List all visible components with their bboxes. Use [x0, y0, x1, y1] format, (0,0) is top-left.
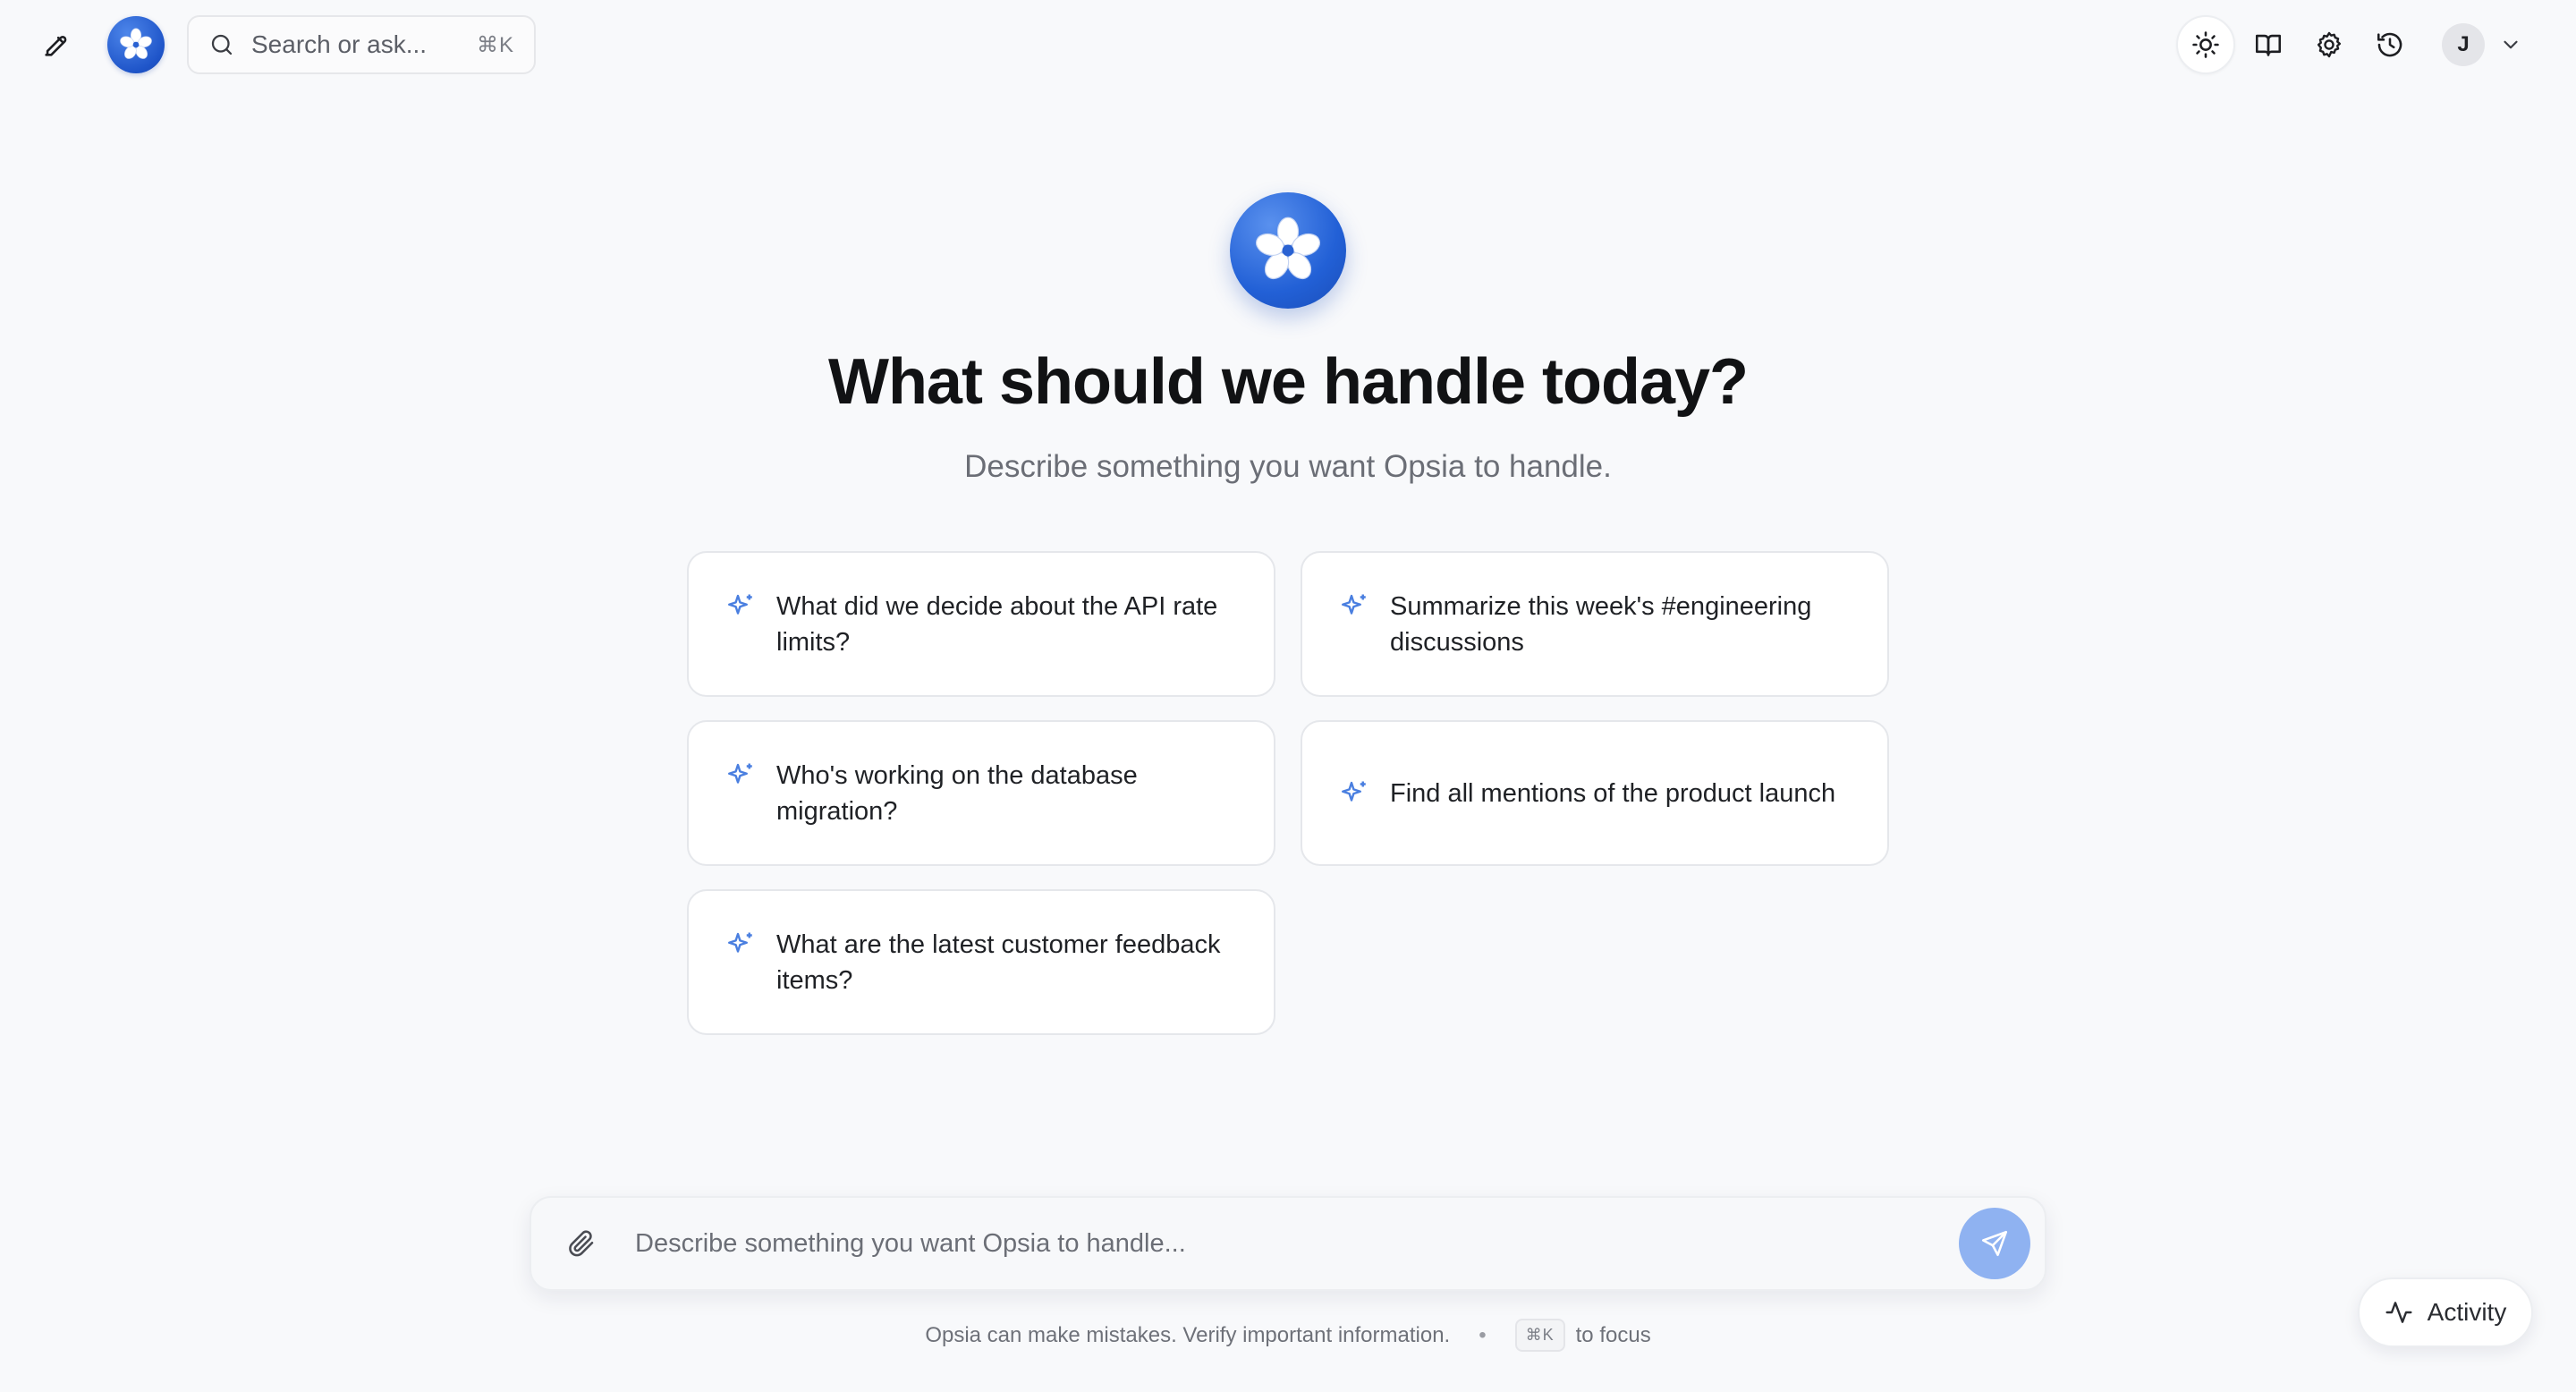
search-box[interactable]: Search or ask... ⌘K	[187, 15, 536, 74]
composer-input[interactable]	[635, 1228, 1959, 1259]
activity-icon	[2385, 1302, 2412, 1323]
logo-icon	[1256, 216, 1320, 280]
suggestion-text: What did we decide about the API rate li…	[776, 591, 1218, 657]
search-icon	[211, 34, 233, 55]
suggestion-text: Who's working on the database migration?	[776, 760, 1138, 826]
sparkle-icon	[1342, 781, 1366, 802]
sun-icon	[2192, 31, 2219, 58]
sparkle-icon	[728, 594, 752, 615]
new-chat-button[interactable]	[27, 15, 86, 74]
disclaimer-text: Opsia can make mistakes. Verify importan…	[925, 1322, 1451, 1347]
logo-icon	[120, 28, 152, 59]
send-button[interactable]	[1959, 1208, 2030, 1279]
activity-label: Activity	[2427, 1298, 2507, 1326]
focus-hint: to focus	[1575, 1322, 1651, 1347]
top-bar: Search or ask... ⌘K J	[0, 0, 2576, 89]
suggestion-card[interactable]: What are the latest customer feedback it…	[687, 889, 1275, 1035]
activity-button[interactable]: Activity	[2358, 1277, 2533, 1347]
avatar: J	[2442, 23, 2485, 66]
search-placeholder: Search or ask...	[251, 30, 428, 58]
sparkle-icon	[1342, 594, 1366, 615]
suggestion-text: Summarize this week's #engineering discu…	[1390, 591, 1812, 657]
send-icon	[1981, 1230, 2008, 1257]
book-icon	[2255, 34, 2282, 56]
sparkle-icon	[728, 932, 752, 953]
separator: •	[1479, 1322, 1487, 1347]
suggestion-card[interactable]: What did we decide about the API rate li…	[687, 551, 1275, 697]
settings-button[interactable]	[2300, 15, 2359, 74]
history-icon	[2377, 32, 2402, 57]
composer	[530, 1196, 2046, 1291]
docs-button[interactable]	[2239, 15, 2298, 74]
user-menu[interactable]: J	[2442, 21, 2522, 68]
sparkle-icon	[728, 763, 752, 784]
page-subtitle: Describe something you want Opsia to han…	[964, 449, 1612, 484]
chevron-down-icon	[2504, 40, 2518, 49]
hero-logo	[1230, 192, 1346, 309]
history-button[interactable]	[2360, 15, 2419, 74]
suggestion-text: Find all mentions of the product launch	[1390, 778, 1836, 808]
suggestion-card[interactable]: Who's working on the database migration?	[687, 720, 1275, 866]
suggestion-card[interactable]: Find all mentions of the product launch	[1301, 720, 1889, 866]
composer-footer: Opsia can make mistakes. Verify importan…	[0, 1319, 2576, 1352]
suggestion-card[interactable]: Summarize this week's #engineering discu…	[1301, 551, 1889, 697]
page-title: What should we handle today?	[827, 346, 1749, 418]
suggestion-text: What are the latest customer feedback it…	[776, 929, 1221, 995]
paperclip-icon[interactable]	[565, 1227, 597, 1260]
search-shortcut: ⌘K	[476, 32, 514, 57]
suggestion-list: What did we decide about the API rate li…	[687, 551, 1889, 1035]
focus-shortcut: ⌘K	[1514, 1319, 1565, 1352]
gear-icon	[2317, 31, 2342, 58]
opsia-logo[interactable]	[107, 16, 165, 73]
edit-icon	[45, 36, 67, 56]
theme-toggle-button[interactable]	[2176, 15, 2235, 74]
